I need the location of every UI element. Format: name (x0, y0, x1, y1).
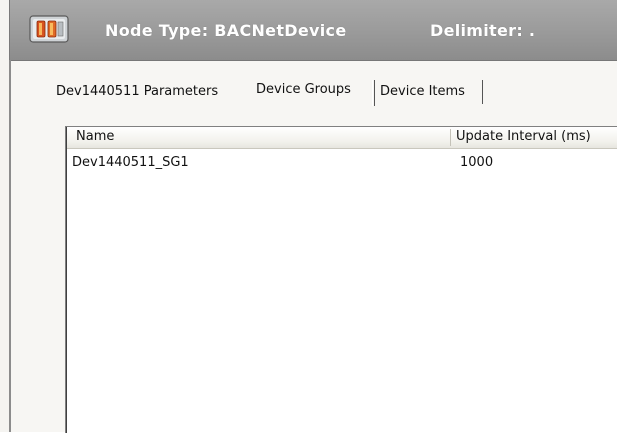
column-header-name[interactable]: Name (76, 129, 114, 144)
window: Node Type: BACNetDevice Delimiter: . Dev… (0, 0, 617, 433)
tab-divider (374, 80, 375, 106)
tab-divider-highlight (372, 80, 373, 106)
tab-device-groups-label: Device Groups (256, 82, 351, 97)
node-type-label: Node Type: BACNetDevice (105, 21, 347, 40)
tab-device-groups[interactable]: Device Groups (256, 76, 351, 104)
tab-parameters[interactable]: Dev1440511 Parameters (56, 78, 218, 106)
column-header-update-interval[interactable]: Update Interval (ms) (456, 129, 591, 144)
cell-update-interval: 1000 (460, 155, 494, 170)
header-bar: Node Type: BACNetDevice Delimiter: . (9, 0, 617, 61)
device-groups-list[interactable] (65, 126, 617, 433)
tab-right-edge (482, 80, 483, 104)
tab-device-items[interactable]: Device Items (380, 78, 465, 106)
delimiter-label: Delimiter: . (430, 21, 536, 40)
column-divider[interactable] (450, 129, 451, 146)
node-type-icon (29, 15, 69, 43)
tab-parameters-label: Dev1440511 Parameters (56, 84, 219, 99)
tab-device-items-label: Device Items (380, 84, 465, 99)
cell-name: Dev1440511_SG1 (72, 155, 189, 170)
